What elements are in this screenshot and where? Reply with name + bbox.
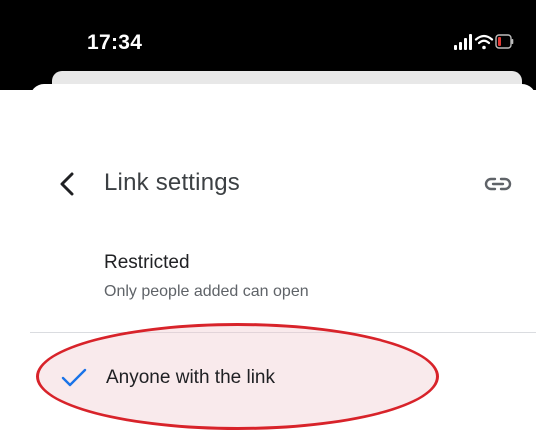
option-anyone-label: Anyone with the link	[106, 367, 275, 388]
link-icon[interactable]	[484, 174, 512, 194]
chevron-left-icon[interactable]	[57, 172, 79, 196]
checkmark-icon	[61, 368, 87, 388]
page-title: Link settings	[104, 169, 241, 196]
wifi-icon	[474, 34, 494, 50]
status-icons	[454, 32, 514, 52]
option-restricted[interactable]: Restricted Only people added can open	[0, 244, 536, 310]
option-restricted-title: Restricted	[104, 252, 190, 273]
option-anyone-with-link[interactable]: Anyone with the link	[0, 356, 536, 400]
header: Link settings	[0, 160, 536, 208]
status-time: 17:34	[87, 31, 143, 54]
battery-low-icon	[495, 34, 514, 49]
signal-icon	[454, 34, 472, 50]
option-restricted-subtitle: Only people added can open	[104, 283, 309, 300]
